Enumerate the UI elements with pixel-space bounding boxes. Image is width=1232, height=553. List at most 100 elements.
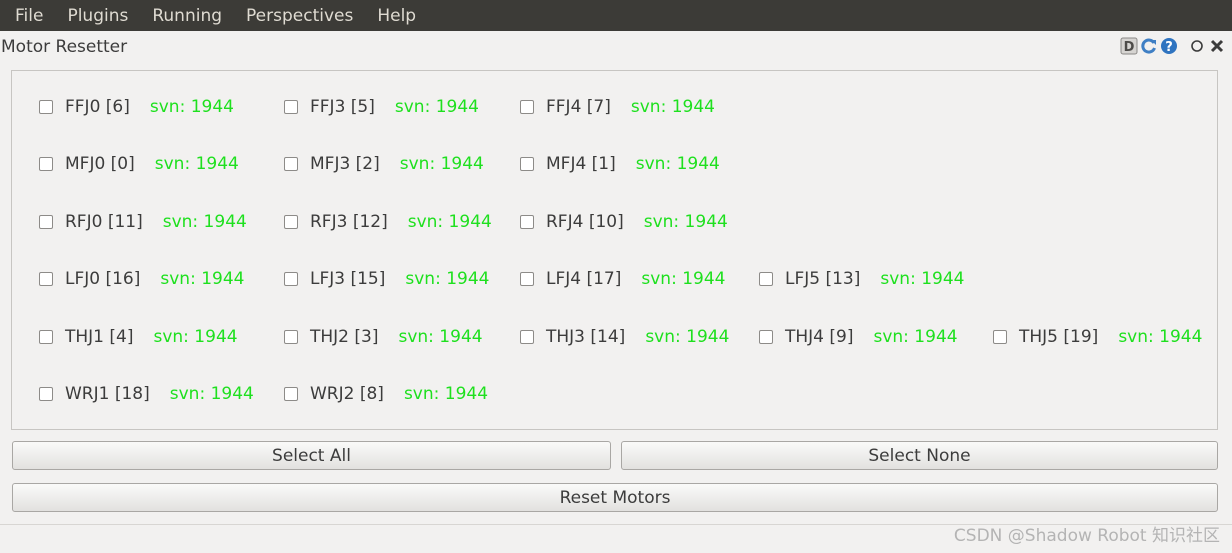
motor-label: FFJ3 [5] bbox=[310, 97, 375, 117]
motor-item-lfj3: LFJ3 [15] svn: 1944 bbox=[284, 267, 489, 291]
motor-label: FFJ4 [7] bbox=[546, 97, 611, 117]
motor-item-ffj4: FFJ4 [7] svn: 1944 bbox=[520, 95, 715, 119]
svg-text:?: ? bbox=[1165, 40, 1173, 55]
motor-checkbox[interactable] bbox=[39, 387, 53, 401]
motor-label: LFJ3 [15] bbox=[310, 269, 386, 289]
motor-checkbox[interactable] bbox=[759, 330, 773, 344]
motor-label: RFJ3 [12] bbox=[310, 212, 388, 232]
motor-label: THJ2 [3] bbox=[310, 327, 379, 347]
motor-item-thj3: THJ3 [14] svn: 1944 bbox=[520, 325, 729, 349]
motor-label: FFJ0 [6] bbox=[65, 97, 130, 117]
motor-label: LFJ0 [16] bbox=[65, 269, 141, 289]
motor-svn: svn: 1944 bbox=[398, 327, 483, 347]
motor-item-ffj3: FFJ3 [5] svn: 1944 bbox=[284, 95, 479, 119]
motor-label: LFJ5 [13] bbox=[785, 269, 861, 289]
motor-item-wrj2: WRJ2 [8] svn: 1944 bbox=[284, 382, 488, 406]
motor-checkbox[interactable] bbox=[284, 215, 298, 229]
motor-item-mfj4: MFJ4 [1] svn: 1944 bbox=[520, 152, 720, 176]
menu-file[interactable]: File bbox=[15, 6, 43, 26]
motor-svn: svn: 1944 bbox=[394, 97, 479, 117]
motor-checkbox[interactable] bbox=[520, 157, 534, 171]
motor-checkbox[interactable] bbox=[39, 100, 53, 114]
motor-svn: svn: 1944 bbox=[1118, 327, 1203, 347]
motor-svn: svn: 1944 bbox=[645, 327, 730, 347]
motor-checkbox[interactable] bbox=[520, 272, 534, 286]
motor-item-rfj0: RFJ0 [11] svn: 1944 bbox=[39, 210, 247, 234]
svg-text:D: D bbox=[1124, 40, 1135, 55]
motor-svn: svn: 1944 bbox=[162, 212, 247, 232]
motor-item-thj1: THJ1 [4] svn: 1944 bbox=[39, 325, 238, 349]
motor-svn: svn: 1944 bbox=[169, 384, 254, 404]
motor-svn: svn: 1944 bbox=[403, 384, 489, 404]
motor-item-thj5: THJ5 [19] svn: 1944 bbox=[993, 325, 1202, 349]
motor-svn: svn: 1944 bbox=[873, 327, 958, 347]
motor-label: LFJ4 [17] bbox=[546, 269, 622, 289]
motor-checkbox[interactable] bbox=[39, 272, 53, 286]
motor-item-rfj4: RFJ4 [10] svn: 1944 bbox=[520, 210, 728, 234]
close-icon[interactable] bbox=[1208, 37, 1226, 55]
motor-label: RFJ0 [11] bbox=[65, 212, 143, 232]
reset-motors-button[interactable]: Reset Motors bbox=[12, 483, 1218, 512]
motor-svn: svn: 1944 bbox=[641, 269, 726, 289]
motor-checkbox[interactable] bbox=[520, 330, 534, 344]
watermark: CSDN @Shadow Robot 知识社区 bbox=[953, 526, 1220, 546]
motor-svn: svn: 1944 bbox=[630, 97, 715, 117]
help-icon[interactable]: ? bbox=[1160, 37, 1178, 55]
reload-icon[interactable] bbox=[1140, 37, 1158, 55]
motor-checkbox[interactable] bbox=[39, 330, 53, 344]
motor-label: THJ3 [14] bbox=[546, 327, 626, 347]
circle-icon[interactable] bbox=[1188, 37, 1206, 55]
motor-label: MFJ0 [0] bbox=[65, 154, 135, 174]
motor-checkbox[interactable] bbox=[993, 330, 1007, 344]
motor-item-rfj3: RFJ3 [12] svn: 1944 bbox=[284, 210, 492, 234]
motor-checkbox[interactable] bbox=[284, 272, 298, 286]
motor-checkbox[interactable] bbox=[520, 215, 534, 229]
motor-label: MFJ3 [2] bbox=[310, 154, 380, 174]
motor-label: THJ1 [4] bbox=[65, 327, 134, 347]
motor-panel: FFJ0 [6] svn: 1944 FFJ3 [5] svn: 1944 FF… bbox=[11, 70, 1218, 430]
motor-svn: svn: 1944 bbox=[154, 154, 239, 174]
motor-checkbox[interactable] bbox=[284, 157, 298, 171]
motor-checkbox[interactable] bbox=[39, 215, 53, 229]
menu-perspectives[interactable]: Perspectives bbox=[246, 6, 353, 26]
motor-label: MFJ4 [1] bbox=[546, 154, 616, 174]
motor-svn: svn: 1944 bbox=[399, 154, 484, 174]
motor-checkbox[interactable] bbox=[759, 272, 773, 286]
motor-checkbox[interactable] bbox=[284, 387, 298, 401]
motor-svn: svn: 1944 bbox=[643, 212, 728, 232]
menu-help[interactable]: Help bbox=[377, 6, 416, 26]
motor-item-lfj0: LFJ0 [16] svn: 1944 bbox=[39, 267, 244, 291]
motor-svn: svn: 1944 bbox=[407, 212, 492, 232]
title-icons: D ? bbox=[1120, 37, 1226, 55]
motor-label: WRJ2 [8] bbox=[310, 384, 384, 404]
motor-svn: svn: 1944 bbox=[880, 269, 965, 289]
window-title: Motor Resetter bbox=[1, 37, 128, 57]
motor-svn: svn: 1944 bbox=[149, 97, 234, 117]
motor-item-lfj4: LFJ4 [17] svn: 1944 bbox=[520, 267, 725, 291]
motor-svn: svn: 1944 bbox=[635, 154, 720, 174]
motor-item-thj2: THJ2 [3] svn: 1944 bbox=[284, 325, 483, 349]
motor-label: THJ4 [9] bbox=[785, 327, 854, 347]
motor-item-thj4: THJ4 [9] svn: 1944 bbox=[759, 325, 958, 349]
motor-label: WRJ1 [18] bbox=[65, 384, 150, 404]
select-all-button[interactable]: Select All bbox=[12, 441, 611, 470]
menu-plugins[interactable]: Plugins bbox=[67, 6, 128, 26]
motor-checkbox[interactable] bbox=[39, 157, 53, 171]
d-icon[interactable]: D bbox=[1120, 37, 1138, 55]
menu-running[interactable]: Running bbox=[152, 6, 222, 26]
motor-item-mfj0: MFJ0 [0] svn: 1944 bbox=[39, 152, 239, 176]
motor-label: THJ5 [19] bbox=[1019, 327, 1099, 347]
motor-checkbox[interactable] bbox=[520, 100, 534, 114]
motor-checkbox[interactable] bbox=[284, 330, 298, 344]
motor-item-ffj0: FFJ0 [6] svn: 1944 bbox=[39, 95, 234, 119]
motor-svn: svn: 1944 bbox=[153, 327, 238, 347]
motor-svn: svn: 1944 bbox=[405, 269, 490, 289]
select-none-button[interactable]: Select None bbox=[621, 441, 1218, 470]
motor-item-lfj5: LFJ5 [13] svn: 1944 bbox=[759, 267, 964, 291]
motor-item-wrj1: WRJ1 [18] svn: 1944 bbox=[39, 382, 254, 406]
motor-checkbox[interactable] bbox=[284, 100, 298, 114]
motor-label: RFJ4 [10] bbox=[546, 212, 624, 232]
motor-item-mfj3: MFJ3 [2] svn: 1944 bbox=[284, 152, 484, 176]
plugin-title-bar: Motor Resetter D ? bbox=[0, 31, 1232, 63]
motor-svn: svn: 1944 bbox=[160, 269, 245, 289]
